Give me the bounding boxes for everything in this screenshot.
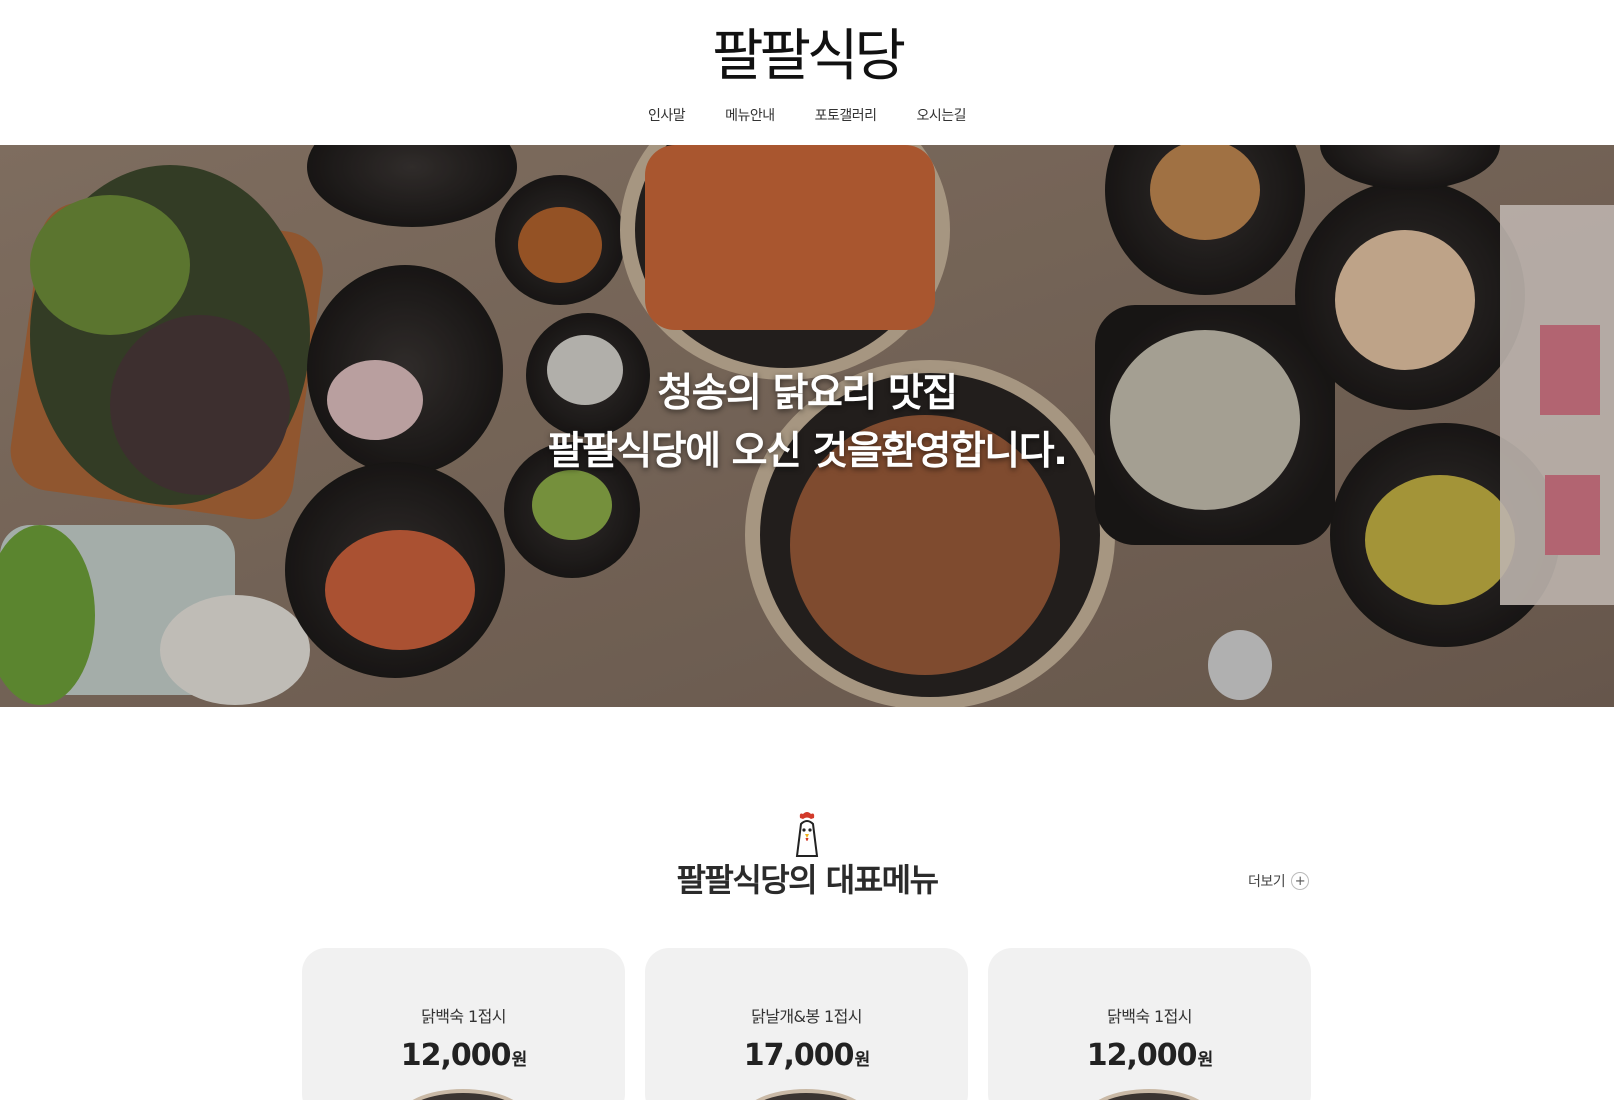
menu-item-name: 닭날개&봉 1접시 [751,1007,862,1026]
menu-item-price: 17,000원 [645,1036,968,1080]
price-value: 12,000 [1086,1038,1198,1073]
price-value: 12,000 [400,1038,512,1073]
hero-banner: 청송의 닭요리 맛집 팔팔식당에 오신 것을환영합니다. [0,145,1614,707]
more-label[interactable]: 더보기 [1248,871,1286,891]
price-unit: 원 [1197,1050,1214,1070]
menu-item-photo [398,1089,528,1100]
menu-item-photo [1084,1089,1214,1100]
menu-item-photo [741,1089,871,1100]
menu-item-price: 12,000원 [302,1036,625,1080]
section-title: 팔팔식당의 대표메뉴 [676,861,939,899]
menu-item-price: 12,000원 [988,1036,1311,1080]
nav-item-gallery[interactable]: 포토갤러리 [795,104,897,128]
hero-line-1: 청송의 닭요리 맛집 [657,371,958,416]
site-header: 팔팔식당 인사말 메뉴안내 포토갤러리 오시는길 [0,0,1614,145]
more-link[interactable]: 더보기 + [1248,871,1310,891]
nav-item-directions[interactable]: 오시는길 [897,104,987,128]
menu-card[interactable]: 닭백숙 1접시 12,000원 [988,948,1311,1100]
price-value: 17,000 [743,1038,855,1073]
nav-item-menu[interactable]: 메뉴안내 [705,104,795,128]
menu-item-name: 닭백숙 1접시 [1107,1007,1192,1026]
plus-icon[interactable]: + [1291,872,1310,890]
rooster-icon [795,812,819,857]
price-unit: 원 [854,1050,871,1070]
hero-headline: 청송의 닭요리 맛집 팔팔식당에 오신 것을환영합니다. [0,365,1614,481]
price-unit: 원 [511,1050,528,1070]
menu-card[interactable]: 닭날개&봉 1접시 17,000원 [645,948,968,1100]
hero-line-2: 팔팔식당에 오신 것을환영합니다. [547,429,1068,474]
menu-card[interactable]: 닭백숙 1접시 12,000원 [302,948,625,1100]
menu-item-name: 닭백숙 1접시 [421,1007,506,1026]
nav-item-greeting[interactable]: 인사말 [628,104,705,128]
site-logo[interactable]: 팔팔식당 [0,22,1614,92]
main-nav: 인사말 메뉴안내 포토갤러리 오시는길 [0,104,1614,128]
